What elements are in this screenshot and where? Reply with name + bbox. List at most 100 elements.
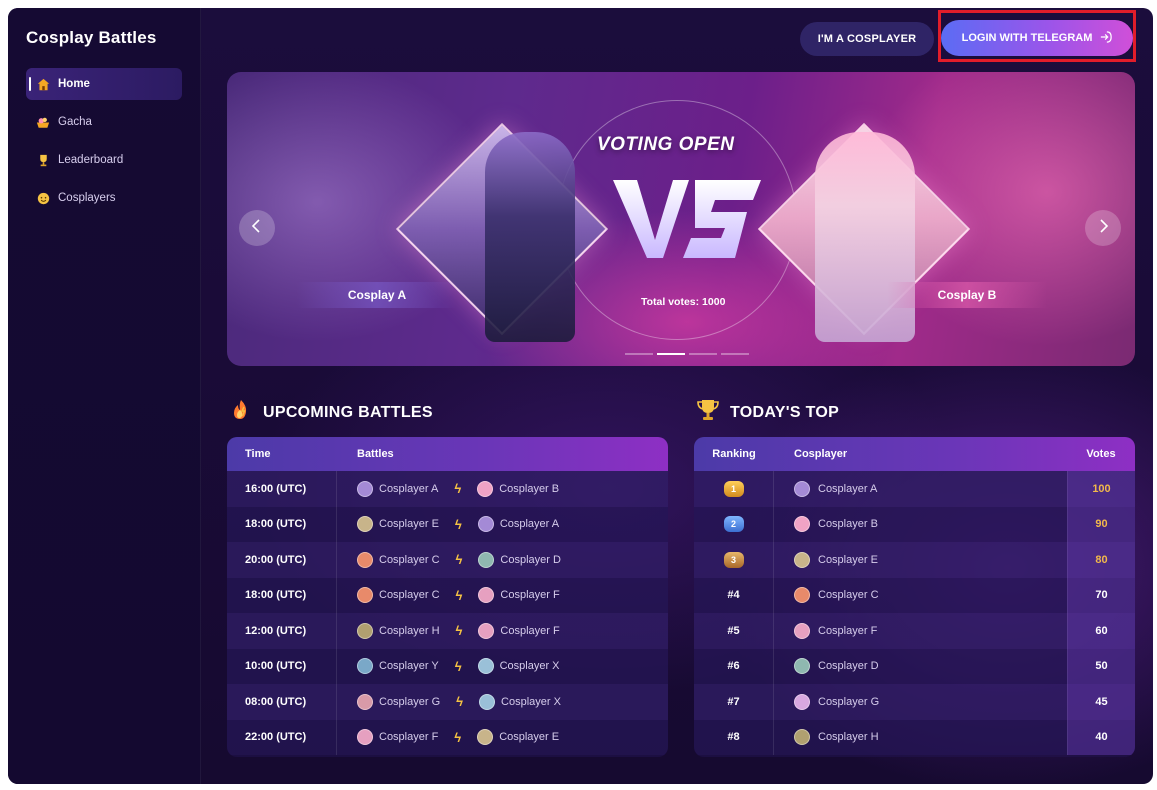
app-window: Cosplay Battles Home Gacha Leaderboard C… <box>8 8 1153 784</box>
cosplayer-b-name[interactable]: Cosplayer D <box>500 554 561 566</box>
sidebar-nav: Home Gacha Leaderboard Cosplayers <box>26 68 182 220</box>
rank-number: #7 <box>694 684 774 720</box>
cosplayer-a-name[interactable]: Cosplayer G <box>379 696 440 708</box>
rank-number: #4 <box>694 577 774 613</box>
vs-text: VS <box>686 229 688 231</box>
battle-matchup: Cosplayer C ϟ Cosplayer F <box>337 587 668 604</box>
battle-matchup: Cosplayer Y ϟ Cosplayer X <box>337 658 668 675</box>
sidebar-item-label: Leaderboard <box>58 154 124 166</box>
table-row[interactable]: 2 Cosplayer B 90 <box>694 506 1135 542</box>
table-row[interactable]: #7 Cosplayer G 45 <box>694 684 1135 720</box>
cosplayer-b-name[interactable]: Cosplayer X <box>501 696 561 708</box>
upcoming-rows: 16:00 (UTC) Cosplayer A ϟ Cosplayer B 18… <box>227 471 668 755</box>
table-row[interactable]: 18:00 (UTC) Cosplayer E ϟ Cosplayer A <box>227 506 668 542</box>
sidebar-item-label: Home <box>58 78 90 90</box>
cosplayer-b-name[interactable]: Cosplayer A <box>500 518 559 530</box>
table-row[interactable]: 08:00 (UTC) Cosplayer G ϟ Cosplayer X <box>227 684 668 720</box>
cosplayer-name[interactable]: Cosplayer E <box>818 554 878 566</box>
avatar <box>794 587 810 604</box>
trophy-icon <box>696 398 720 427</box>
vs-bolt-icon: ϟ <box>454 481 462 497</box>
header-votes: Votes <box>1086 448 1116 460</box>
chevron-left-icon <box>251 218 263 238</box>
cosplayer-name[interactable]: Cosplayer G <box>818 696 879 708</box>
avatar <box>357 551 373 568</box>
carousel-prev-button[interactable] <box>239 210 275 246</box>
brand-logo[interactable]: Cosplay Battles <box>26 28 157 48</box>
cosplayer-b-name[interactable]: Cosplayer F <box>500 625 559 637</box>
vote-count: 100 <box>1067 471 1135 507</box>
rank-number: #8 <box>694 719 774 755</box>
cosplayer-b-name[interactable]: Cosplayer X <box>500 660 560 672</box>
total-votes: Total votes: 1000 <box>641 296 726 308</box>
cosplayer-cell: Cosplayer G <box>774 693 1067 710</box>
cosplayer-name[interactable]: Cosplayer A <box>818 483 877 495</box>
cosplayer-a-name[interactable]: Cosplayer F <box>379 731 438 743</box>
battle-matchup: Cosplayer A ϟ Cosplayer B <box>337 480 668 497</box>
table-row[interactable]: 10:00 (UTC) Cosplayer Y ϟ Cosplayer X <box>227 648 668 684</box>
avatar <box>477 480 494 497</box>
rank-cell: 1 <box>694 471 774 507</box>
table-row[interactable]: #6 Cosplayer D 50 <box>694 648 1135 684</box>
table-row[interactable]: #5 Cosplayer F 60 <box>694 613 1135 649</box>
cosplayer-name[interactable]: Cosplayer D <box>818 660 879 672</box>
carousel-dot[interactable] <box>625 353 653 355</box>
im-a-cosplayer-button[interactable]: I'M A COSPLAYER <box>800 22 934 56</box>
avatar <box>794 516 810 533</box>
table-row[interactable]: 3 Cosplayer E 80 <box>694 542 1135 578</box>
cosplayer-b-name[interactable]: Cosplayer E <box>499 731 559 743</box>
cosplayer-icon <box>36 191 50 205</box>
table-row[interactable]: #8 Cosplayer H 40 <box>694 719 1135 755</box>
todays-top-heading: TODAY'S TOP <box>696 398 839 427</box>
voting-banner: VOTING OPEN VS Cosplay A Cosplay B Total… <box>227 72 1135 366</box>
avatar <box>794 658 810 675</box>
cosplayer-cell: Cosplayer F <box>774 622 1067 639</box>
cosplayer-name[interactable]: Cosplayer C <box>818 589 879 601</box>
carousel-dots <box>625 353 749 355</box>
cosplayer-a-name[interactable]: Cosplayer A <box>379 483 438 495</box>
cosplayer-name[interactable]: Cosplayer B <box>818 518 878 530</box>
battle-time: 10:00 (UTC) <box>227 648 337 684</box>
cosplayer-name[interactable]: Cosplayer H <box>818 731 879 743</box>
table-row[interactable]: 20:00 (UTC) Cosplayer C ϟ Cosplayer D <box>227 542 668 578</box>
table-row[interactable]: #4 Cosplayer C 70 <box>694 577 1135 613</box>
login-button-label: LOGIN WITH TELEGRAM <box>961 32 1093 44</box>
table-row[interactable]: 12:00 (UTC) Cosplayer H ϟ Cosplayer F <box>227 613 668 649</box>
cosplayer-a-name[interactable]: Cosplayer E <box>379 518 439 530</box>
vote-count: 50 <box>1067 648 1135 684</box>
rank-number: #5 <box>694 613 774 649</box>
cosplayer-a-name[interactable]: Cosplayer H <box>379 625 440 637</box>
cosplayer-b-name[interactable]: Cosplayer F <box>500 589 559 601</box>
avatar <box>477 729 494 746</box>
cosplay-a-image[interactable] <box>485 132 575 342</box>
cosplayer-a-name[interactable]: Cosplayer C <box>379 554 440 566</box>
table-row[interactable]: 1 Cosplayer A 100 <box>694 471 1135 507</box>
carousel-dot[interactable] <box>689 353 717 355</box>
battle-matchup: Cosplayer C ϟ Cosplayer D <box>337 551 668 568</box>
carousel-next-button[interactable] <box>1085 210 1121 246</box>
avatar <box>477 516 494 533</box>
cosplayer-a-name[interactable]: Cosplayer Y <box>379 660 439 672</box>
header-battles: Battles <box>357 448 394 460</box>
cosplayer-name[interactable]: Cosplayer F <box>818 625 877 637</box>
battle-time: 18:00 (UTC) <box>227 506 337 542</box>
vs-bolt-icon: ϟ <box>454 658 462 674</box>
avatar <box>357 693 373 710</box>
carousel-dot[interactable] <box>721 353 749 355</box>
sidebar-item-gacha[interactable]: Gacha <box>26 106 182 138</box>
avatar <box>357 480 373 497</box>
sidebar-item-cosplayers[interactable]: Cosplayers <box>26 182 182 214</box>
table-row[interactable]: 18:00 (UTC) Cosplayer C ϟ Cosplayer F <box>227 577 668 613</box>
sidebar-item-leaderboard[interactable]: Leaderboard <box>26 144 182 176</box>
sidebar-item-home[interactable]: Home <box>26 68 182 100</box>
sidebar-item-label: Cosplayers <box>58 192 116 204</box>
table-row[interactable]: 22:00 (UTC) Cosplayer F ϟ Cosplayer E <box>227 719 668 755</box>
cosplay-b-image[interactable] <box>815 132 915 342</box>
carousel-dot-active[interactable] <box>657 353 685 355</box>
table-row[interactable]: 16:00 (UTC) Cosplayer A ϟ Cosplayer B <box>227 471 668 507</box>
login-with-telegram-button[interactable]: LOGIN WITH TELEGRAM <box>941 20 1133 56</box>
cosplayer-b-name[interactable]: Cosplayer B <box>499 483 559 495</box>
table-header: Ranking Cosplayer Votes <box>694 437 1135 471</box>
cosplayer-a-name[interactable]: Cosplayer C <box>379 589 440 601</box>
sidebar: Cosplay Battles Home Gacha Leaderboard C… <box>8 8 201 784</box>
